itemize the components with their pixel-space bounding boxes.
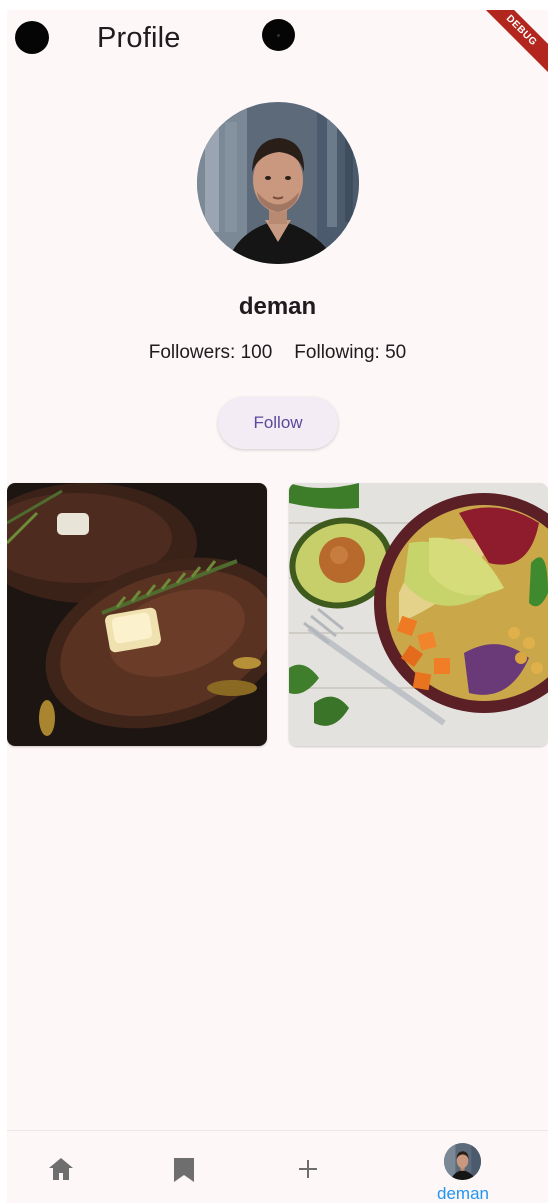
back-button[interactable] [15, 21, 49, 54]
post-thumbnail-salad-bowl[interactable] [289, 483, 548, 746]
profile-screen: Profile DEBUG deman Followers: 100 Follow… [7, 10, 548, 1203]
avatar [444, 1143, 481, 1180]
following-count: Following: 50 [294, 342, 407, 363]
nav-profile-label: deman [437, 1184, 489, 1203]
nav-item-home[interactable] [21, 1131, 101, 1203]
home-icon [49, 1158, 73, 1180]
debug-banner: DEBUG [475, 10, 548, 77]
followers-count: Followers: 100 [148, 342, 273, 363]
profile-username: deman [238, 293, 317, 320]
nav-item-profile[interactable]: deman [423, 1131, 503, 1203]
camera-cutout [262, 19, 295, 51]
follow-button[interactable]: Follow [218, 397, 338, 449]
nav-item-add[interactable] [268, 1131, 348, 1203]
page-title: Profile [97, 22, 181, 54]
post-thumbnail-steak[interactable] [7, 483, 267, 746]
app-bar: Profile DEBUG [7, 10, 548, 77]
bookmark-icon [174, 1158, 194, 1182]
profile-avatar [197, 102, 359, 264]
add-icon [299, 1160, 317, 1178]
profile-stats: Followers: 100 Following: 50 [7, 342, 548, 364]
bottom-navigation-bar: deman [7, 1130, 548, 1203]
nav-item-bookmarks[interactable] [144, 1131, 224, 1203]
